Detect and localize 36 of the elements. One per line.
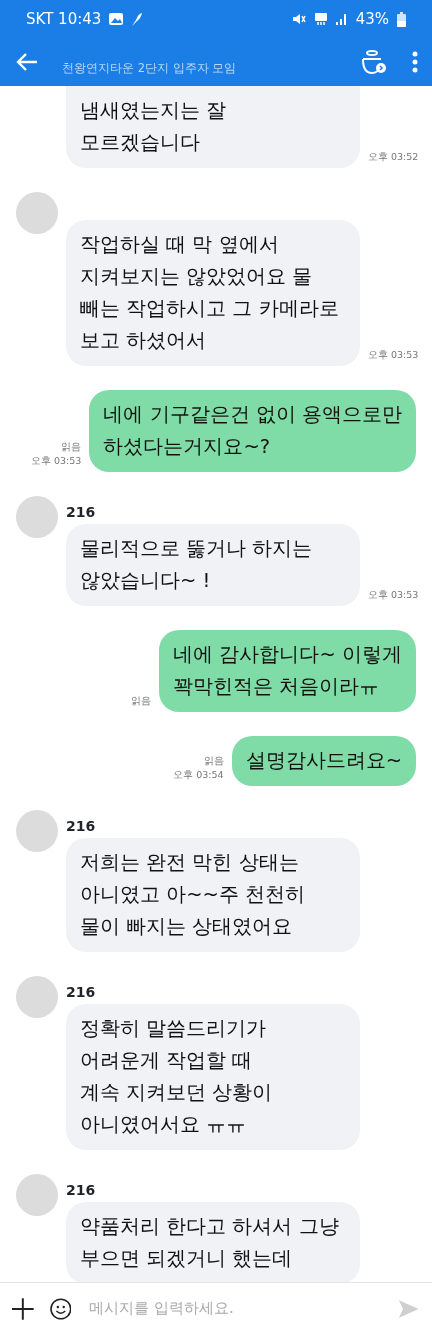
read-receipt: 읽음	[61, 439, 82, 454]
network-icon	[313, 12, 328, 26]
message-time: 오후 03:53	[368, 347, 419, 362]
message-bubble: 물리적으로 뚫거나 하지는 않았습니다~ !	[66, 524, 360, 606]
emoji-icon[interactable]	[49, 1297, 72, 1320]
message-bubble: 약품처리 한다고 하셔서 그냥 부으면 되겠거니 했는데	[66, 1202, 360, 1282]
sender-name: 216	[66, 984, 96, 1000]
mute-icon	[291, 12, 306, 26]
message-input[interactable]: 메시지를 입력하세요.	[87, 1296, 383, 1321]
message-time: 오후 03:53	[368, 587, 419, 602]
message-bubble: 작업하실 때 막 옆에서 지켜보지는 않았었어요 물 빼는 작업하시고 그 카메라로 보고 하셨어서	[66, 220, 360, 366]
message-bubble: 네에 감사합니다~ 이렇게 꽉막힌적은 처음이라ㅠ	[159, 630, 416, 712]
message-time: 오후 03:52	[368, 149, 419, 164]
read-receipt: 읽음	[203, 753, 224, 768]
battery-percent: 43%	[355, 8, 389, 30]
image-icon	[109, 13, 124, 25]
signal-icon	[335, 12, 348, 26]
message-bubble: 네에 기구같은건 없이 용액으로만 하셨다는거지요~?	[89, 390, 416, 472]
more-icon[interactable]	[412, 51, 418, 73]
message-bubble: 저희는 완전 막힌 상태는 아니였고 아~~주 천천히 물이 빠지는 상태였어요	[66, 838, 360, 952]
message-bubble: 정확히 말씀드리기가 어려운게 작업할 때 계속 지켜보던 상황이 아니였어서요 ㅠㅠ	[66, 1004, 360, 1150]
sender-name: 216	[66, 1182, 96, 1198]
back-icon[interactable]	[16, 53, 38, 71]
feather-icon	[131, 11, 144, 27]
message-bubble: 설명감사드려요~	[231, 736, 416, 786]
battery-icon	[397, 11, 406, 27]
message-time: 오후 03:53	[31, 453, 82, 468]
message-bubble: 냄새였는지는 잘 모르겠습니다	[66, 86, 360, 168]
plus-icon[interactable]	[12, 1297, 34, 1320]
read-receipt: 읽음	[131, 693, 152, 708]
chat-subtitle: 천왕연지타운 2단지 입주자 모임	[62, 60, 237, 78]
pot-icon[interactable]	[360, 49, 388, 75]
message-time: 오후 03:54	[173, 767, 224, 782]
sender-name: 216	[66, 504, 96, 520]
sender-name: 216	[66, 818, 96, 834]
status-time: SKT 10:43	[26, 8, 102, 30]
